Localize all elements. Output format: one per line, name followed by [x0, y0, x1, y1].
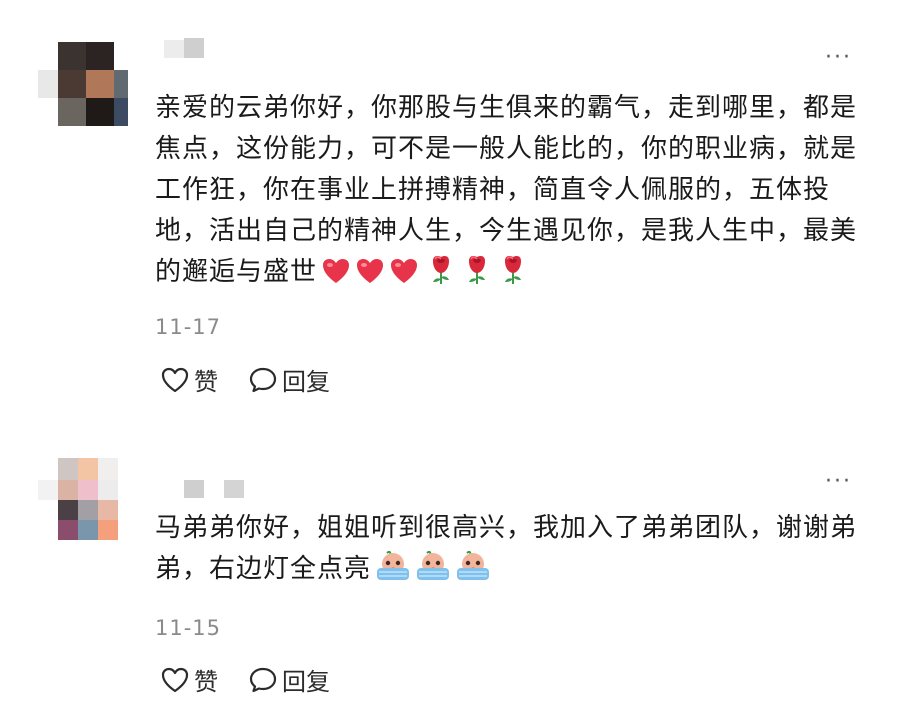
comment-actions: 赞 回复: [160, 362, 330, 397]
red-heart-icon: [389, 257, 419, 298]
crying-face-icon: [455, 550, 491, 595]
avatar[interactable]: [38, 42, 128, 132]
speech-bubble-icon: [248, 666, 278, 694]
heart-outline-icon: [160, 666, 190, 694]
crying-face-icon: [375, 550, 411, 595]
rose-icon: [499, 253, 527, 298]
red-heart-icon: [355, 257, 385, 298]
comment-date: 11-15: [155, 616, 222, 640]
avatar[interactable]: [38, 458, 128, 548]
like-label: 赞: [194, 668, 218, 696]
reply-button[interactable]: 回复: [248, 362, 330, 397]
like-button[interactable]: 赞: [160, 662, 218, 697]
red-heart-icon: [321, 257, 351, 298]
speech-bubble-icon: [248, 366, 278, 394]
reply-label: 回复: [282, 368, 330, 396]
rose-icon: [463, 253, 491, 298]
like-button[interactable]: 赞: [160, 362, 218, 397]
like-label: 赞: [194, 368, 218, 396]
username-blurred[interactable]: [160, 478, 244, 508]
comment-text: 马弟弟你好，姐姐听到很高兴，我加入了弟弟团队，谢谢弟弟，右边灯全点亮: [155, 508, 860, 595]
reply-label: 回复: [282, 668, 330, 696]
username-blurred[interactable]: [160, 38, 240, 68]
comment-date: 11-17: [155, 315, 222, 339]
reply-button[interactable]: 回复: [248, 662, 330, 697]
comment-body: 马弟弟你好，姐姐听到很高兴，我加入了弟弟团队，谢谢弟弟，右边灯全点亮: [155, 513, 858, 584]
rose-icon: [427, 253, 455, 298]
more-options-button[interactable]: ···: [825, 47, 852, 69]
comment-text: 亲爱的云弟你好，你那股与生俱来的霸气，走到哪里，都是焦点，这份能力，可不是一般人…: [155, 88, 860, 298]
comment-actions: 赞 回复: [160, 662, 330, 697]
heart-outline-icon: [160, 366, 190, 394]
more-options-button[interactable]: ···: [825, 471, 852, 493]
crying-face-icon: [415, 550, 451, 595]
